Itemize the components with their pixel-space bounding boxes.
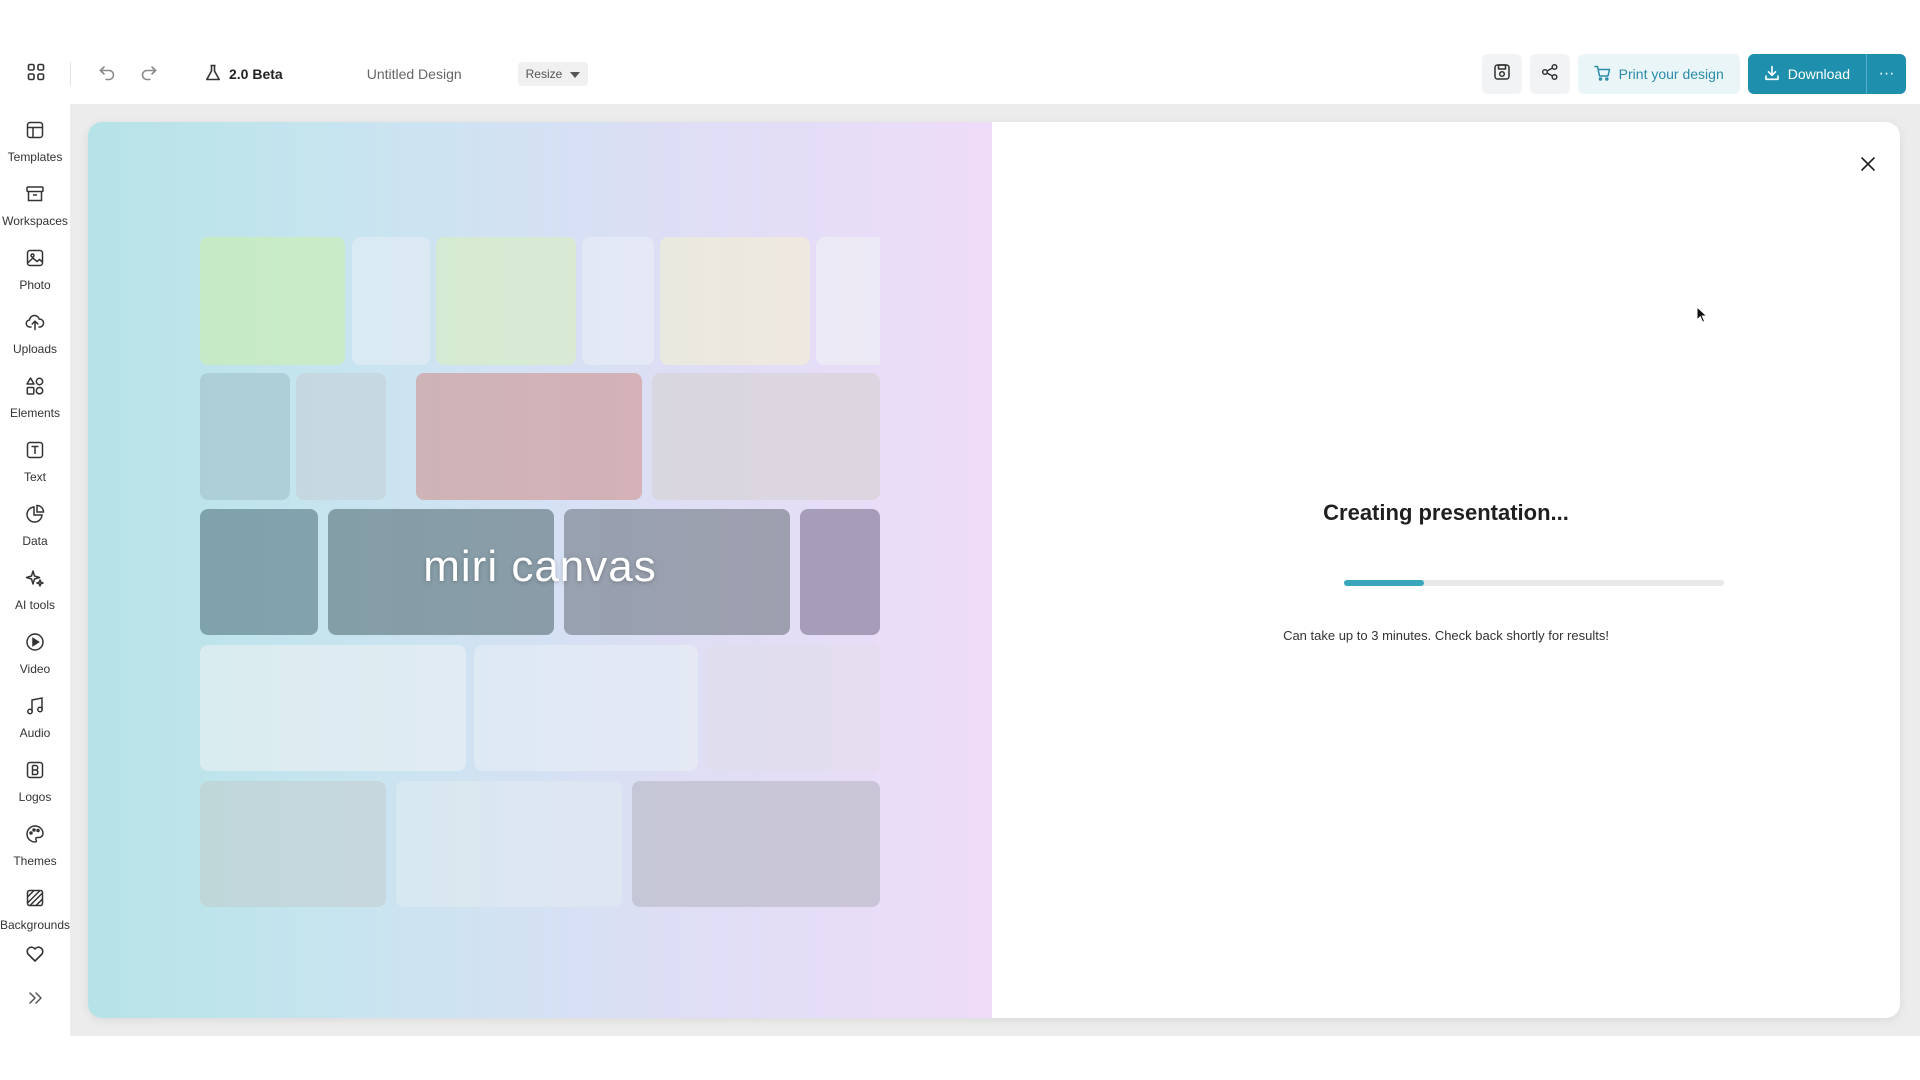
undo-icon [98,63,116,86]
download-icon [1764,65,1780,84]
more-options-button[interactable]: ··· [1866,54,1906,94]
sidebar-item-data[interactable]: Data [0,498,70,554]
sidebar-item-elements[interactable]: Elements [0,370,70,426]
elements-icon [25,376,45,401]
sidebar-item-label: Workspaces [2,214,68,228]
beta-badge[interactable]: 2.0 Beta [205,64,283,85]
progress-panel: Creating presentation... Can take up to … [992,122,1900,1018]
beta-label: 2.0 Beta [229,66,283,82]
sidebar-item-audio[interactable]: Audio [0,690,70,746]
download-label: Download [1787,66,1850,82]
text-icon [25,440,45,465]
print-label: Print your design [1618,66,1724,82]
sidebar-item-label: Data [22,534,48,548]
cart-icon [1593,65,1611,84]
sidebar-item-label: Elements [9,406,61,420]
uploads-icon [25,312,45,337]
top-toolbar: 2.0 Beta Untitled Design Resize Print yo… [0,44,1920,104]
undo-button[interactable] [91,58,123,90]
double-chevron-right-icon [25,988,45,1013]
video-icon [25,632,45,657]
print-design-button[interactable]: Print your design [1577,54,1740,94]
templates-icon [25,120,45,145]
sidebar-item-label: Uploads [12,342,58,356]
hero-panel: miri canvas [88,122,992,1018]
left-sidebar: Templates Workspaces Photo Uploads Eleme… [0,104,70,1036]
sidebar-item-ai-tools[interactable]: AI tools [0,562,70,618]
create-presentation-dialog: miri canvas Creating presentation... Can… [88,122,1900,1018]
progress-title: Creating presentation... [1323,500,1569,525]
flask-icon [205,64,221,85]
backgrounds-icon [25,888,45,913]
progress-bar-fill [1344,580,1424,586]
share-button[interactable] [1529,54,1570,94]
mouse-cursor [1696,305,1709,329]
download-group: Download ··· [1747,54,1906,94]
brand-logo: miri canvas [423,542,657,591]
workspaces-icon [25,184,45,209]
apps-menu-button[interactable] [18,56,54,92]
download-button[interactable]: Download [1747,54,1866,94]
toolbar-divider [70,62,71,86]
expand-sidebar-button[interactable] [0,978,70,1022]
resize-dropdown[interactable]: Resize [517,62,589,86]
progress-bar [1344,580,1724,586]
logos-icon [25,760,45,785]
more-icon: ··· [1878,65,1895,82]
sidebar-item-label: Backgrounds [0,918,71,932]
close-icon [1860,156,1876,177]
resize-label: Resize [525,67,563,81]
sidebar-item-label: Video [19,662,51,676]
document-title[interactable]: Untitled Design [367,66,462,82]
sidebar-item-themes[interactable]: Themes [0,818,70,874]
share-icon [1541,63,1559,86]
sidebar-item-label: AI tools [14,598,56,612]
save-icon [1493,63,1511,86]
data-icon [25,504,45,529]
sidebar-item-backgrounds[interactable]: Backgrounds [0,882,70,938]
sidebar-item-label: Templates [7,150,63,164]
sidebar-item-workspaces[interactable]: Workspaces [0,178,70,234]
sidebar-item-label: Themes [13,854,57,868]
redo-icon [140,63,158,86]
sidebar-item-label: Text [23,470,46,484]
audio-icon [25,696,45,721]
heart-icon [25,944,45,969]
sidebar-item-label: Logos [18,790,52,804]
close-dialog-button[interactable] [1852,150,1884,182]
sidebar-item-templates[interactable]: Templates [0,114,70,170]
sidebar-item-uploads[interactable]: Uploads [0,306,70,362]
save-button[interactable] [1481,54,1522,94]
photo-icon [25,248,45,273]
redo-button[interactable] [133,58,165,90]
ai-tools-icon [25,568,45,593]
progress-note: Can take up to 3 minutes. Check back sho… [1283,628,1609,643]
sidebar-item-photo[interactable]: Photo [0,242,70,298]
sidebar-item-video[interactable]: Video [0,626,70,682]
sidebar-item-text[interactable]: Text [0,434,70,490]
caret-down-icon [570,67,581,81]
sidebar-item-label: Audio [19,726,51,740]
favorites-button[interactable] [0,934,70,978]
sidebar-item-logos[interactable]: Logos [0,754,70,810]
sidebar-item-label: Photo [19,278,51,292]
grid-icon [27,63,45,86]
themes-icon [25,824,45,849]
